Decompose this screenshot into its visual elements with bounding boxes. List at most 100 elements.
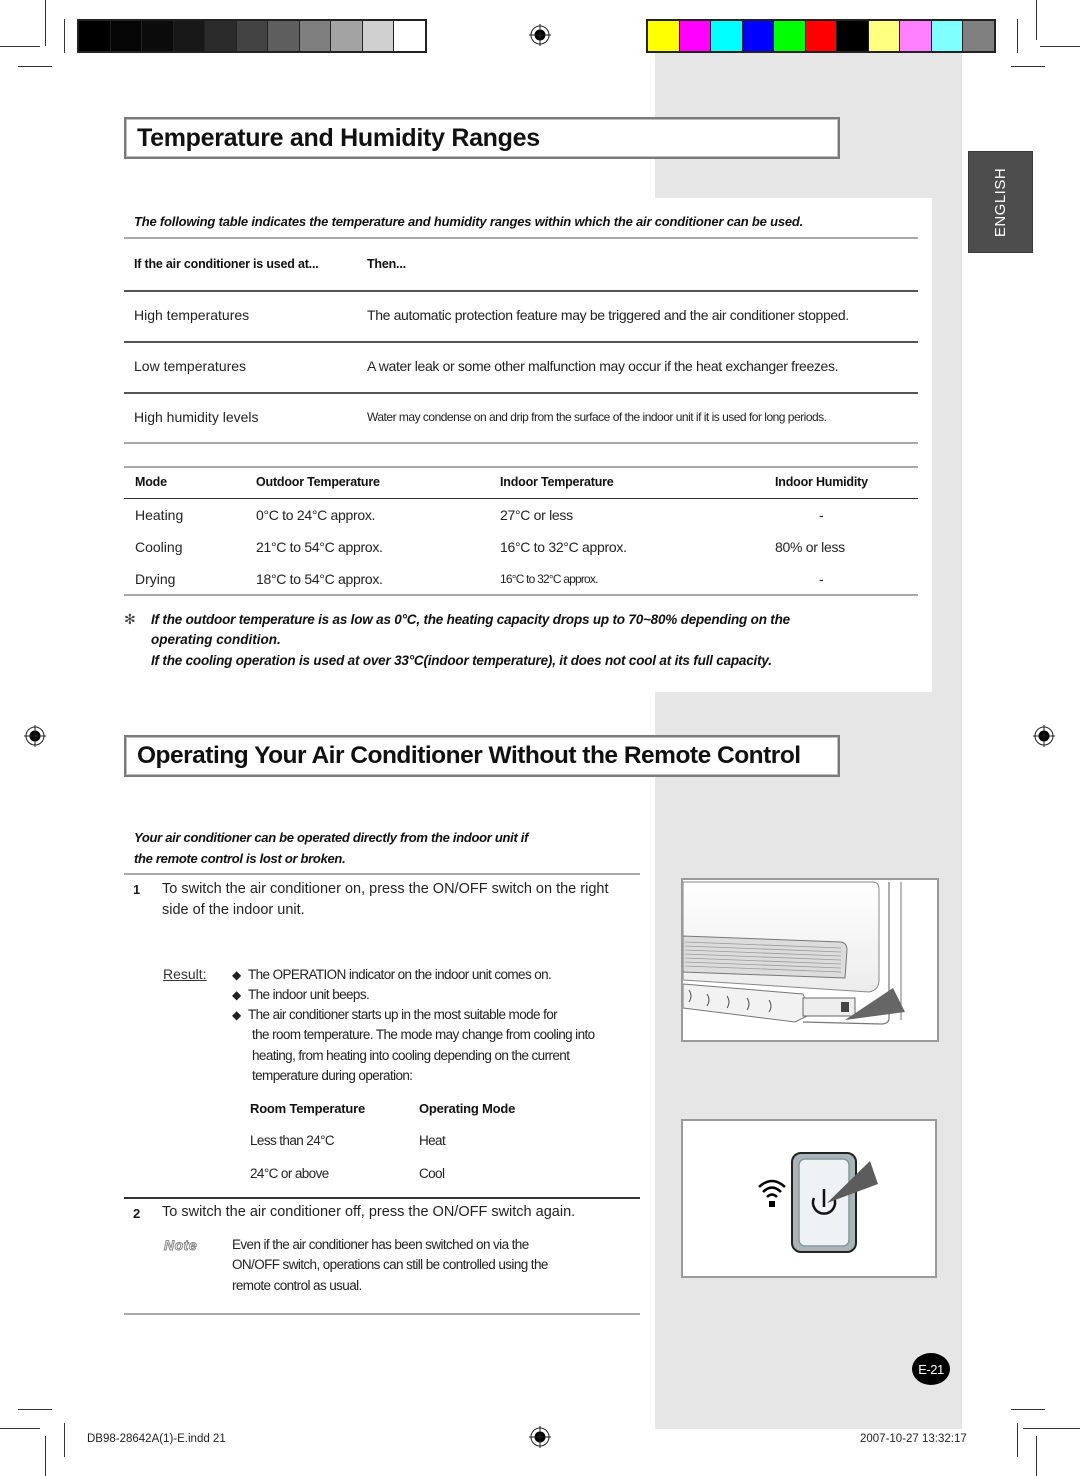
- step-number: 2: [133, 1206, 141, 1221]
- note-line: ON/OFF switch, operations can still be c…: [232, 1257, 548, 1272]
- wireless-signal-icon: [758, 1179, 786, 1207]
- grayscale-swatch: [142, 21, 173, 51]
- section2-intro-line: the remote control is lost or broken.: [134, 851, 346, 866]
- bullet-text: The OPERATION indicator on the indoor un…: [248, 967, 552, 982]
- bullet-continuation: temperature during operation:: [252, 1068, 413, 1083]
- section-title-text: Temperature and Humidity Ranges: [137, 123, 540, 152]
- grayscale-swatch: [79, 21, 110, 51]
- color-swatch: [711, 21, 742, 51]
- bullet-continuation: the room temperature. The mode may chang…: [252, 1027, 595, 1042]
- condition-cell: Low temperatures: [134, 358, 247, 374]
- grayscale-calibration-bar: [77, 19, 427, 53]
- divider: [124, 341, 918, 343]
- table-header-mode: Mode: [135, 475, 167, 489]
- language-tab-label: ENGLISH: [992, 167, 1010, 237]
- crop-mark: [1011, 66, 1045, 67]
- color-swatch: [805, 21, 836, 51]
- divider: [124, 498, 918, 499]
- mode-cell: Drying: [135, 571, 176, 587]
- ranges-intro: The following table indicates the temper…: [134, 214, 804, 229]
- color-swatch: [648, 21, 679, 51]
- language-tab: ENGLISH: [968, 151, 1033, 253]
- table-header-operating-mode: Operating Mode: [419, 1101, 516, 1116]
- grayscale-swatch: [236, 21, 267, 51]
- result-bullet: ◆ The OPERATION indicator on the indoor u…: [232, 967, 552, 982]
- crop-mark: [1011, 1409, 1045, 1410]
- color-swatch: [742, 21, 773, 51]
- grayscale-swatch: [362, 21, 393, 51]
- step2-text: To switch the air conditioner off, press…: [162, 1204, 576, 1220]
- grayscale-swatch: [299, 21, 330, 51]
- grayscale-swatch: [110, 21, 141, 51]
- result-cell: Water may condense on and drip from the …: [367, 410, 827, 424]
- crop-mark: [1036, 0, 1037, 40]
- crop-mark: [1017, 19, 1018, 53]
- divider: [124, 237, 918, 239]
- crop-mark: [18, 1409, 52, 1410]
- footnote-line: operating condition.: [151, 632, 281, 647]
- grayscale-swatch: [394, 21, 425, 51]
- color-swatch: [774, 21, 805, 51]
- indoor-unit-icon: [682, 880, 937, 1040]
- room-temp-cell: Less than 24°C: [250, 1133, 335, 1148]
- divider: [124, 290, 918, 292]
- operating-mode-cell: Cool: [419, 1166, 445, 1181]
- table-header-indoor-temp: Indoor Temperature: [500, 475, 614, 489]
- crop-mark: [1023, 1428, 1080, 1429]
- diamond-bullet-icon: ◆: [232, 988, 241, 1002]
- indoor-humidity-cell: 80% or less: [775, 539, 845, 555]
- crop-mark: [1017, 1423, 1018, 1457]
- result-bullet: ◆ The air conditioner starts up in the mo…: [232, 1007, 558, 1022]
- color-swatch: [931, 21, 962, 51]
- note-line: Even if the air conditioner has been swi…: [232, 1237, 529, 1252]
- color-swatch: [963, 21, 994, 51]
- registration-mark-icon: [24, 725, 46, 747]
- grayscale-swatch: [173, 21, 204, 51]
- table-header-room-temp: Room Temperature: [250, 1101, 366, 1116]
- indoor-temp-cell: 16°C to 32°C approx.: [500, 572, 598, 586]
- crop-mark: [18, 66, 52, 67]
- section2-intro-line: Your air conditioner can be operated dir…: [134, 830, 529, 845]
- table-header-condition: If the air conditioner is used at...: [134, 257, 319, 271]
- bullet-text: The indoor unit beeps.: [248, 987, 370, 1002]
- divider: [124, 466, 918, 468]
- operating-mode-cell: Heat: [419, 1133, 446, 1148]
- divider: [124, 1197, 640, 1199]
- footer-timestamp: 2007-10-27 13:32:17: [860, 1433, 967, 1445]
- grayscale-swatch: [331, 21, 362, 51]
- room-temp-cell: 24°C or above: [250, 1166, 329, 1181]
- power-button-illustration: [681, 1119, 937, 1278]
- section-title-text: Operating Your Air Conditioner Without t…: [137, 742, 801, 769]
- crop-mark: [0, 46, 40, 47]
- indoor-unit-illustration: [681, 878, 939, 1042]
- divider: [124, 1313, 640, 1315]
- indoor-temp-cell: 27°C or less: [500, 507, 573, 523]
- condition-cell: High humidity levels: [134, 409, 259, 425]
- crop-mark: [45, 1436, 46, 1476]
- crop-mark: [45, 0, 46, 46]
- outdoor-temp-cell: 0°C to 24°C approx.: [256, 507, 376, 523]
- bullet-text: The air conditioner starts up in the mos…: [248, 1007, 558, 1022]
- divider: [124, 594, 918, 596]
- result-bullet: ◆ The indoor unit beeps.: [232, 987, 370, 1002]
- footnote-line: If the cooling operation is used at over…: [151, 653, 772, 668]
- power-button-icon: [791, 1152, 878, 1253]
- crop-mark: [0, 1428, 40, 1429]
- asterisk-icon: ✻: [124, 611, 136, 627]
- registration-mark-icon: [529, 1426, 551, 1448]
- footer-file-name: DB98-28642A(1)-E.indd 21: [87, 1433, 226, 1445]
- divider: [124, 442, 918, 444]
- page-number-badge: E-21: [912, 1353, 950, 1385]
- note-label: Note: [163, 1237, 198, 1254]
- table-header-outdoor-temp: Outdoor Temperature: [256, 475, 380, 489]
- color-swatch: [837, 21, 868, 51]
- crop-mark: [64, 19, 65, 53]
- registration-mark-icon: [1033, 725, 1055, 747]
- outdoor-temp-cell: 18°C to 54°C approx.: [256, 571, 383, 587]
- indoor-humidity-cell: -: [819, 507, 824, 523]
- divider: [124, 873, 640, 875]
- indoor-temp-cell: 16°C to 32°C approx.: [500, 539, 627, 555]
- diamond-bullet-icon: ◆: [232, 968, 241, 982]
- grayscale-swatch: [268, 21, 299, 51]
- indoor-humidity-cell: -: [819, 571, 824, 587]
